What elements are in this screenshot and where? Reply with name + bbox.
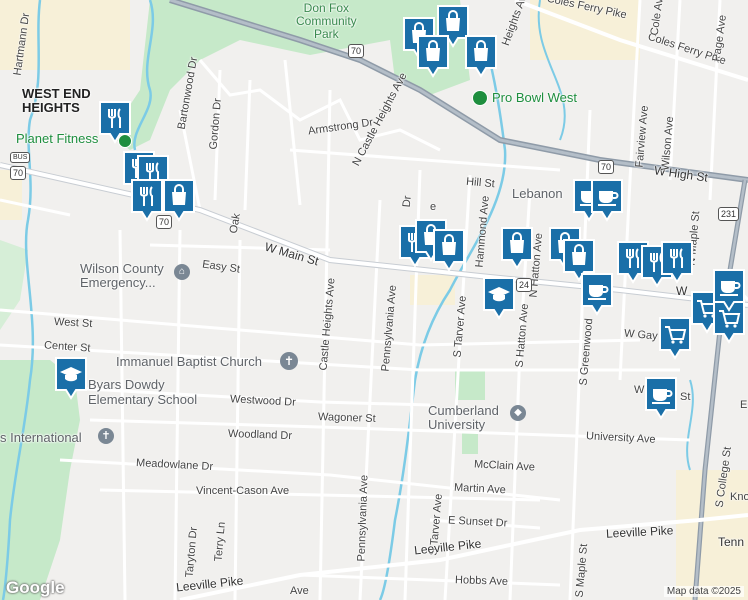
- poi-pin-shopping-bag[interactable]: [464, 34, 498, 78]
- poi-pin-restaurant[interactable]: [660, 240, 694, 284]
- poi-pin-shopping-cart[interactable]: [658, 316, 692, 360]
- poi-pin-coffee-cup[interactable]: [580, 272, 614, 316]
- poi-pin-shopping-bag[interactable]: [162, 178, 196, 222]
- us70-bus-shield: BUS: [10, 152, 31, 163]
- pro-bowl-west-label[interactable]: Pro Bowl West: [492, 91, 577, 104]
- map-attribution[interactable]: Map data ©2025: [663, 586, 744, 597]
- woodland-dr-label: Woodland Dr: [227, 427, 293, 443]
- ave-bottom-label: Ave: [290, 585, 309, 597]
- wagoner-st-label: Wagoner St: [317, 410, 376, 426]
- poi-pin-graduation-cap[interactable]: [54, 356, 88, 400]
- don-fox-park-label[interactable]: Don Fox Community Park: [296, 2, 357, 41]
- tenn-label: Tenn: [718, 535, 745, 549]
- poi-pin-shopping-bag[interactable]: [432, 228, 466, 272]
- planet-fitness-label[interactable]: Planet Fitness: [16, 132, 98, 145]
- us70-shield-2: 70: [598, 160, 615, 174]
- immanuel-baptist-label[interactable]: Immanuel Baptist Church: [116, 355, 262, 368]
- government-marker-icon[interactable]: ⌂: [174, 264, 190, 280]
- graduation-cap-icon: [483, 277, 515, 320]
- coffee-cup-icon: [713, 269, 745, 312]
- us231-shield: 231: [718, 207, 740, 221]
- poi-pin-coffee-cup[interactable]: [712, 268, 746, 312]
- restaurant-icon: [661, 241, 693, 284]
- coffee-cup-icon: [581, 273, 613, 316]
- shopping-bag-icon: [433, 229, 465, 272]
- route24-shield: 24: [516, 278, 533, 292]
- kno-label: Kno: [730, 491, 748, 503]
- e-top-label: e: [430, 201, 437, 213]
- dr-top-label: Dr: [400, 195, 414, 208]
- byars-dowdy-label[interactable]: Byars Dowdy Elementary School: [88, 377, 197, 407]
- hobbs-ave-label: Hobbs Ave: [454, 574, 509, 588]
- poi-pin-coffee-cup[interactable]: [644, 376, 678, 420]
- bowling-marker-icon[interactable]: [472, 90, 488, 106]
- graduation-cap-icon: [55, 357, 87, 400]
- restaurant-icon: [99, 101, 131, 144]
- poi-pin-coffee-cup[interactable]: [590, 178, 624, 222]
- w-main-right-label: W: [676, 284, 688, 298]
- poi-pin-shopping-bag[interactable]: [416, 34, 450, 78]
- poi-pin-graduation-cap[interactable]: [482, 276, 516, 320]
- poi-pin-restaurant[interactable]: [98, 100, 132, 144]
- e-right-label: E: [740, 399, 748, 411]
- shopping-cart-icon: [659, 317, 691, 360]
- us70-bus-shield-num: 70: [10, 166, 27, 180]
- wilson-county-label[interactable]: Wilson County Emergency...: [80, 262, 164, 290]
- st-right-label: St: [680, 391, 691, 403]
- vincent-cason-ave-label: Vincent-Cason Ave: [196, 485, 290, 497]
- lebanon-label[interactable]: Lebanon: [512, 187, 563, 200]
- shopping-bag-icon: [417, 35, 449, 78]
- shopping-bag-icon: [501, 227, 533, 270]
- shopping-bag-icon: [465, 35, 497, 78]
- school-marker-icon[interactable]: ◆: [510, 405, 526, 421]
- w-label: W: [634, 384, 645, 396]
- coffee-cup-icon: [645, 377, 677, 420]
- map-canvas[interactable]: [0, 0, 748, 600]
- international-label[interactable]: s International: [0, 431, 82, 444]
- cumberland-university-label[interactable]: Cumberland University: [428, 404, 499, 432]
- west-end-heights-label: WEST END HEIGHTS: [22, 86, 91, 115]
- church-marker-icon-2[interactable]: ✝: [98, 428, 114, 444]
- leeville-pike-label-2: Leeville Pike: [605, 523, 674, 541]
- west-st-label: West St: [53, 316, 93, 330]
- google-logo: Google: [6, 578, 65, 597]
- church-marker-icon[interactable]: ✝: [280, 352, 298, 370]
- shopping-bag-icon: [163, 179, 195, 222]
- us70-shield: 70: [348, 44, 365, 58]
- coffee-cup-icon: [591, 179, 623, 222]
- restaurant-icon: [131, 179, 163, 222]
- poi-pin-shopping-bag[interactable]: [500, 226, 534, 270]
- poi-pin-restaurant[interactable]: [130, 178, 164, 222]
